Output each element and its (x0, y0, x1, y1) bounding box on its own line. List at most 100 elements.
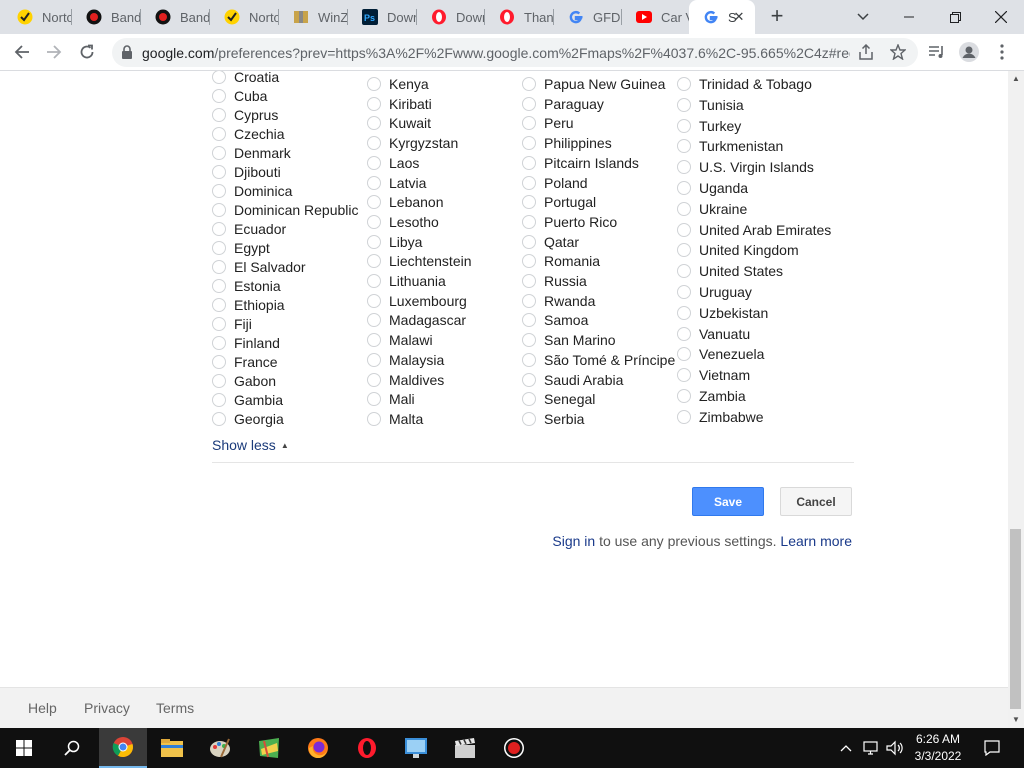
region-option[interactable]: Czechia (212, 124, 285, 144)
region-option[interactable]: Pitcairn Islands (522, 153, 639, 173)
region-option[interactable]: Luxembourg (367, 291, 467, 311)
region-option[interactable]: Romania (522, 251, 600, 271)
show-less-link[interactable]: Show less ▲ (212, 437, 289, 453)
radio-button[interactable] (522, 235, 536, 249)
radio-button[interactable] (367, 176, 381, 190)
radio-button[interactable] (677, 368, 691, 382)
radio-button[interactable] (677, 410, 691, 424)
footer-help-link[interactable]: Help (28, 700, 57, 716)
radio-button[interactable] (367, 333, 381, 347)
region-option[interactable]: Malta (367, 409, 423, 429)
radio-button[interactable] (522, 136, 536, 150)
region-option[interactable]: Kyrgyzstan (367, 133, 458, 153)
radio-button[interactable] (212, 393, 226, 407)
radio-button[interactable] (522, 97, 536, 111)
radio-button[interactable] (212, 298, 226, 312)
radio-button[interactable] (367, 412, 381, 426)
region-option[interactable]: Tunisia (677, 95, 744, 115)
profile-button[interactable] (957, 40, 981, 64)
taskbar-app-window[interactable] (392, 728, 440, 768)
scroll-down-icon[interactable]: ▼ (1008, 712, 1024, 728)
region-option[interactable]: Georgia (212, 409, 284, 429)
region-option[interactable]: Egypt (212, 238, 270, 258)
search-button[interactable] (48, 728, 96, 768)
radio-button[interactable] (522, 412, 536, 426)
radio-button[interactable] (677, 306, 691, 320)
region-option[interactable]: Ukraine (677, 199, 747, 219)
radio-button[interactable] (677, 327, 691, 341)
taskbar-chrome[interactable] (99, 728, 147, 768)
back-button[interactable] (10, 40, 34, 64)
radio-button[interactable] (522, 254, 536, 268)
learn-more-link[interactable]: Learn more (780, 533, 852, 549)
radio-button[interactable] (212, 374, 226, 388)
tab-active[interactable]: S ✕ (689, 0, 755, 34)
radio-button[interactable] (212, 355, 226, 369)
browser-tab[interactable]: Norto (210, 0, 279, 34)
region-option[interactable]: Laos (367, 153, 419, 173)
radio-button[interactable] (677, 181, 691, 195)
radio-button[interactable] (522, 195, 536, 209)
radio-button[interactable] (367, 294, 381, 308)
browser-tab[interactable]: WinZ (279, 0, 348, 34)
region-option[interactable]: Lebanon (367, 192, 444, 212)
region-option[interactable]: Fiji (212, 314, 252, 334)
region-option[interactable]: Kiribati (367, 94, 432, 114)
region-option[interactable]: Croatia (212, 71, 279, 87)
region-option[interactable]: Zimbabwe (677, 407, 764, 427)
radio-button[interactable] (367, 136, 381, 150)
radio-button[interactable] (367, 215, 381, 229)
taskbar-file-explorer[interactable] (148, 728, 196, 768)
region-option[interactable]: Qatar (522, 232, 579, 252)
radio-button[interactable] (677, 389, 691, 403)
forward-button[interactable] (42, 40, 66, 64)
region-option[interactable]: Cuba (212, 86, 267, 106)
radio-button[interactable] (212, 108, 226, 122)
cancel-button[interactable]: Cancel (780, 487, 852, 516)
radio-button[interactable] (212, 127, 226, 141)
radio-button[interactable] (522, 176, 536, 190)
browser-tab[interactable]: Than (485, 0, 554, 34)
taskbar-paint[interactable] (196, 728, 244, 768)
footer-terms-link[interactable]: Terms (156, 700, 194, 716)
radio-button[interactable] (677, 202, 691, 216)
share-button[interactable] (854, 40, 878, 64)
region-option[interactable]: El Salvador (212, 257, 306, 277)
notifications-button[interactable] (978, 728, 1006, 768)
region-option[interactable]: Djibouti (212, 162, 281, 182)
radio-button[interactable] (212, 260, 226, 274)
radio-button[interactable] (522, 274, 536, 288)
region-option[interactable]: Denmark (212, 143, 291, 163)
footer-privacy-link[interactable]: Privacy (84, 700, 130, 716)
region-option[interactable]: France (212, 352, 278, 372)
taskbar-firefox[interactable] (294, 728, 342, 768)
radio-button[interactable] (522, 156, 536, 170)
radio-button[interactable] (367, 254, 381, 268)
region-option[interactable]: Liechtenstein (367, 251, 472, 271)
radio-button[interactable] (677, 139, 691, 153)
region-option[interactable]: Zambia (677, 386, 746, 406)
radio-button[interactable] (367, 97, 381, 111)
region-option[interactable]: Gabon (212, 371, 276, 391)
region-option[interactable]: United States (677, 261, 783, 281)
radio-button[interactable] (212, 241, 226, 255)
region-option[interactable]: Uzbekistan (677, 303, 768, 323)
taskbar-video-editor[interactable] (441, 728, 489, 768)
region-option[interactable]: U.S. Virgin Islands (677, 157, 814, 177)
radio-button[interactable] (677, 223, 691, 237)
radio-button[interactable] (212, 222, 226, 236)
browser-tab[interactable]: Down (417, 0, 485, 34)
region-option[interactable]: Gambia (212, 390, 283, 410)
radio-button[interactable] (677, 77, 691, 91)
save-button[interactable]: Save (692, 487, 764, 516)
radio-button[interactable] (522, 392, 536, 406)
radio-button[interactable] (677, 347, 691, 361)
region-option[interactable]: Samoa (522, 310, 588, 330)
volume-button[interactable] (884, 728, 906, 768)
radio-button[interactable] (212, 336, 226, 350)
region-option[interactable]: United Arab Emirates (677, 220, 831, 240)
region-option[interactable]: Turkey (677, 116, 741, 136)
region-option[interactable]: Puerto Rico (522, 212, 617, 232)
region-option[interactable]: Senegal (522, 389, 595, 409)
region-option[interactable]: Latvia (367, 173, 426, 193)
